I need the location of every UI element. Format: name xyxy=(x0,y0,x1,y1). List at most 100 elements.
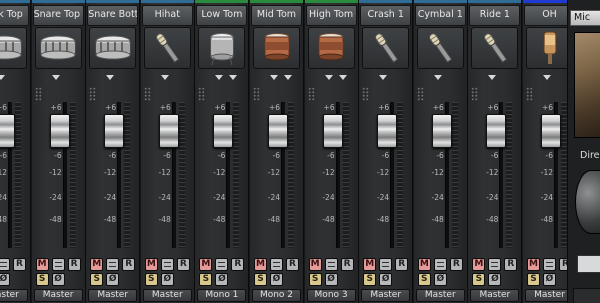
channel-name-button[interactable]: Cymbal 1 xyxy=(414,5,466,26)
phase-invert-button[interactable]: Ø xyxy=(160,273,174,286)
instrument-thumbnail[interactable] xyxy=(0,27,27,69)
record-button[interactable]: R xyxy=(286,258,299,271)
mute-button[interactable]: M xyxy=(144,258,158,271)
instrument-thumbnail[interactable] xyxy=(198,27,246,69)
solo-button[interactable]: S xyxy=(472,273,486,286)
channel-name-button[interactable]: Ride 1 xyxy=(469,5,521,26)
phase-invert-button[interactable]: Ø xyxy=(106,273,120,286)
instrument-thumbnail[interactable] xyxy=(34,27,82,69)
output-select[interactable]: Master xyxy=(470,289,520,302)
instrument-thumbnail[interactable] xyxy=(471,27,519,69)
chevron-down-icon[interactable] xyxy=(51,75,60,80)
instrument-thumbnail[interactable] xyxy=(362,27,410,69)
mic-panel-control[interactable] xyxy=(577,255,600,273)
instrument-thumbnail[interactable] xyxy=(143,27,191,69)
mute-button[interactable]: M xyxy=(308,258,322,271)
record-button[interactable]: R xyxy=(13,258,26,271)
list-icon[interactable] xyxy=(106,258,120,271)
mute-button[interactable]: M xyxy=(527,258,540,271)
instrument-thumbnail[interactable] xyxy=(89,27,137,69)
list-icon[interactable] xyxy=(0,258,10,271)
chevron-down-icon[interactable] xyxy=(488,75,497,80)
volume-fader[interactable] xyxy=(486,114,507,148)
solo-button[interactable]: S xyxy=(308,273,322,286)
record-button[interactable]: R xyxy=(231,258,245,271)
list-icon[interactable] xyxy=(379,258,393,271)
instrument-thumbnail[interactable] xyxy=(526,27,567,69)
channel-name-button[interactable]: High Tom xyxy=(305,5,357,26)
solo-button[interactable]: S xyxy=(90,273,104,286)
phase-invert-button[interactable]: Ø xyxy=(270,273,283,286)
instrument-thumbnail[interactable] xyxy=(416,27,464,69)
list-icon[interactable] xyxy=(433,258,447,271)
phase-invert-button[interactable]: Ø xyxy=(379,273,393,286)
mute-button[interactable]: M xyxy=(417,258,431,271)
output-select[interactable]: Master xyxy=(88,289,138,302)
list-icon[interactable] xyxy=(160,258,174,271)
chevron-down-icon[interactable] xyxy=(433,75,442,80)
mute-button[interactable]: M xyxy=(199,258,213,271)
output-select[interactable]: Mono 2 xyxy=(252,289,301,302)
list-icon[interactable] xyxy=(488,258,502,271)
instrument-thumbnail[interactable] xyxy=(307,27,355,69)
phase-invert-button[interactable]: Ø xyxy=(215,273,229,286)
record-button[interactable]: R xyxy=(340,258,354,271)
chevron-down-icon[interactable] xyxy=(160,75,169,80)
phase-invert-button[interactable]: Ø xyxy=(543,273,556,286)
record-button[interactable]: R xyxy=(504,258,518,271)
solo-button[interactable]: S xyxy=(417,273,431,286)
volume-fader[interactable] xyxy=(377,114,398,148)
mute-button[interactable]: M xyxy=(472,258,486,271)
solo-button[interactable]: S xyxy=(144,273,158,286)
chevron-down-icon[interactable] xyxy=(379,75,388,80)
chevron-down-icon[interactable] xyxy=(0,75,5,80)
channel-name-button[interactable]: Snare Bottom xyxy=(87,5,139,26)
record-button[interactable]: R xyxy=(67,258,81,271)
output-select[interactable]: Mono 1 xyxy=(197,289,247,302)
mute-button[interactable]: M xyxy=(363,258,377,271)
volume-fader[interactable] xyxy=(158,114,179,148)
chevron-down-icon[interactable] xyxy=(270,75,278,80)
solo-button[interactable]: S xyxy=(199,273,213,286)
volume-fader[interactable] xyxy=(49,114,70,148)
record-button[interactable]: R xyxy=(176,258,190,271)
solo-button[interactable]: S xyxy=(363,273,377,286)
output-select[interactable]: Master xyxy=(0,289,28,302)
solo-button[interactable]: S xyxy=(527,273,540,286)
solo-button[interactable]: S xyxy=(254,273,267,286)
volume-fader[interactable] xyxy=(104,114,125,148)
chevron-down-icon[interactable] xyxy=(324,75,333,80)
phase-invert-button[interactable]: Ø xyxy=(51,273,65,286)
chevron-down-icon[interactable] xyxy=(543,75,551,80)
list-icon[interactable] xyxy=(324,258,338,271)
channel-name-button[interactable]: Snare Top 2 xyxy=(32,5,84,26)
phase-invert-button[interactable]: Ø xyxy=(433,273,447,286)
instrument-thumbnail[interactable] xyxy=(253,27,300,69)
phase-invert-button[interactable]: Ø xyxy=(324,273,338,286)
chevron-down-icon[interactable] xyxy=(106,75,115,80)
list-icon[interactable] xyxy=(543,258,556,271)
volume-fader[interactable] xyxy=(213,114,234,148)
phase-invert-button[interactable]: Ø xyxy=(488,273,502,286)
solo-button[interactable]: S xyxy=(35,273,49,286)
direct-knob[interactable] xyxy=(575,170,600,234)
volume-fader[interactable] xyxy=(431,114,452,148)
channel-name-button[interactable]: OH xyxy=(524,5,567,26)
output-select[interactable]: Master xyxy=(415,289,465,302)
mute-button[interactable]: M xyxy=(90,258,104,271)
volume-fader[interactable] xyxy=(0,114,15,148)
phase-invert-button[interactable]: Ø xyxy=(0,273,10,286)
record-button[interactable]: R xyxy=(122,258,136,271)
mute-button[interactable]: M xyxy=(254,258,267,271)
channel-name-button[interactable]: Crash 1 xyxy=(360,5,412,26)
channel-name-button[interactable]: Mid Tom xyxy=(251,5,302,26)
output-select[interactable]: Master xyxy=(142,289,192,302)
record-button[interactable]: R xyxy=(559,258,567,271)
volume-fader[interactable] xyxy=(322,114,343,148)
volume-fader[interactable] xyxy=(541,114,561,148)
list-icon[interactable] xyxy=(215,258,229,271)
channel-name-button[interactable]: Low Tom xyxy=(196,5,248,26)
list-icon[interactable] xyxy=(270,258,283,271)
output-select[interactable]: Master xyxy=(33,289,83,302)
chevron-down-icon[interactable] xyxy=(229,75,238,80)
